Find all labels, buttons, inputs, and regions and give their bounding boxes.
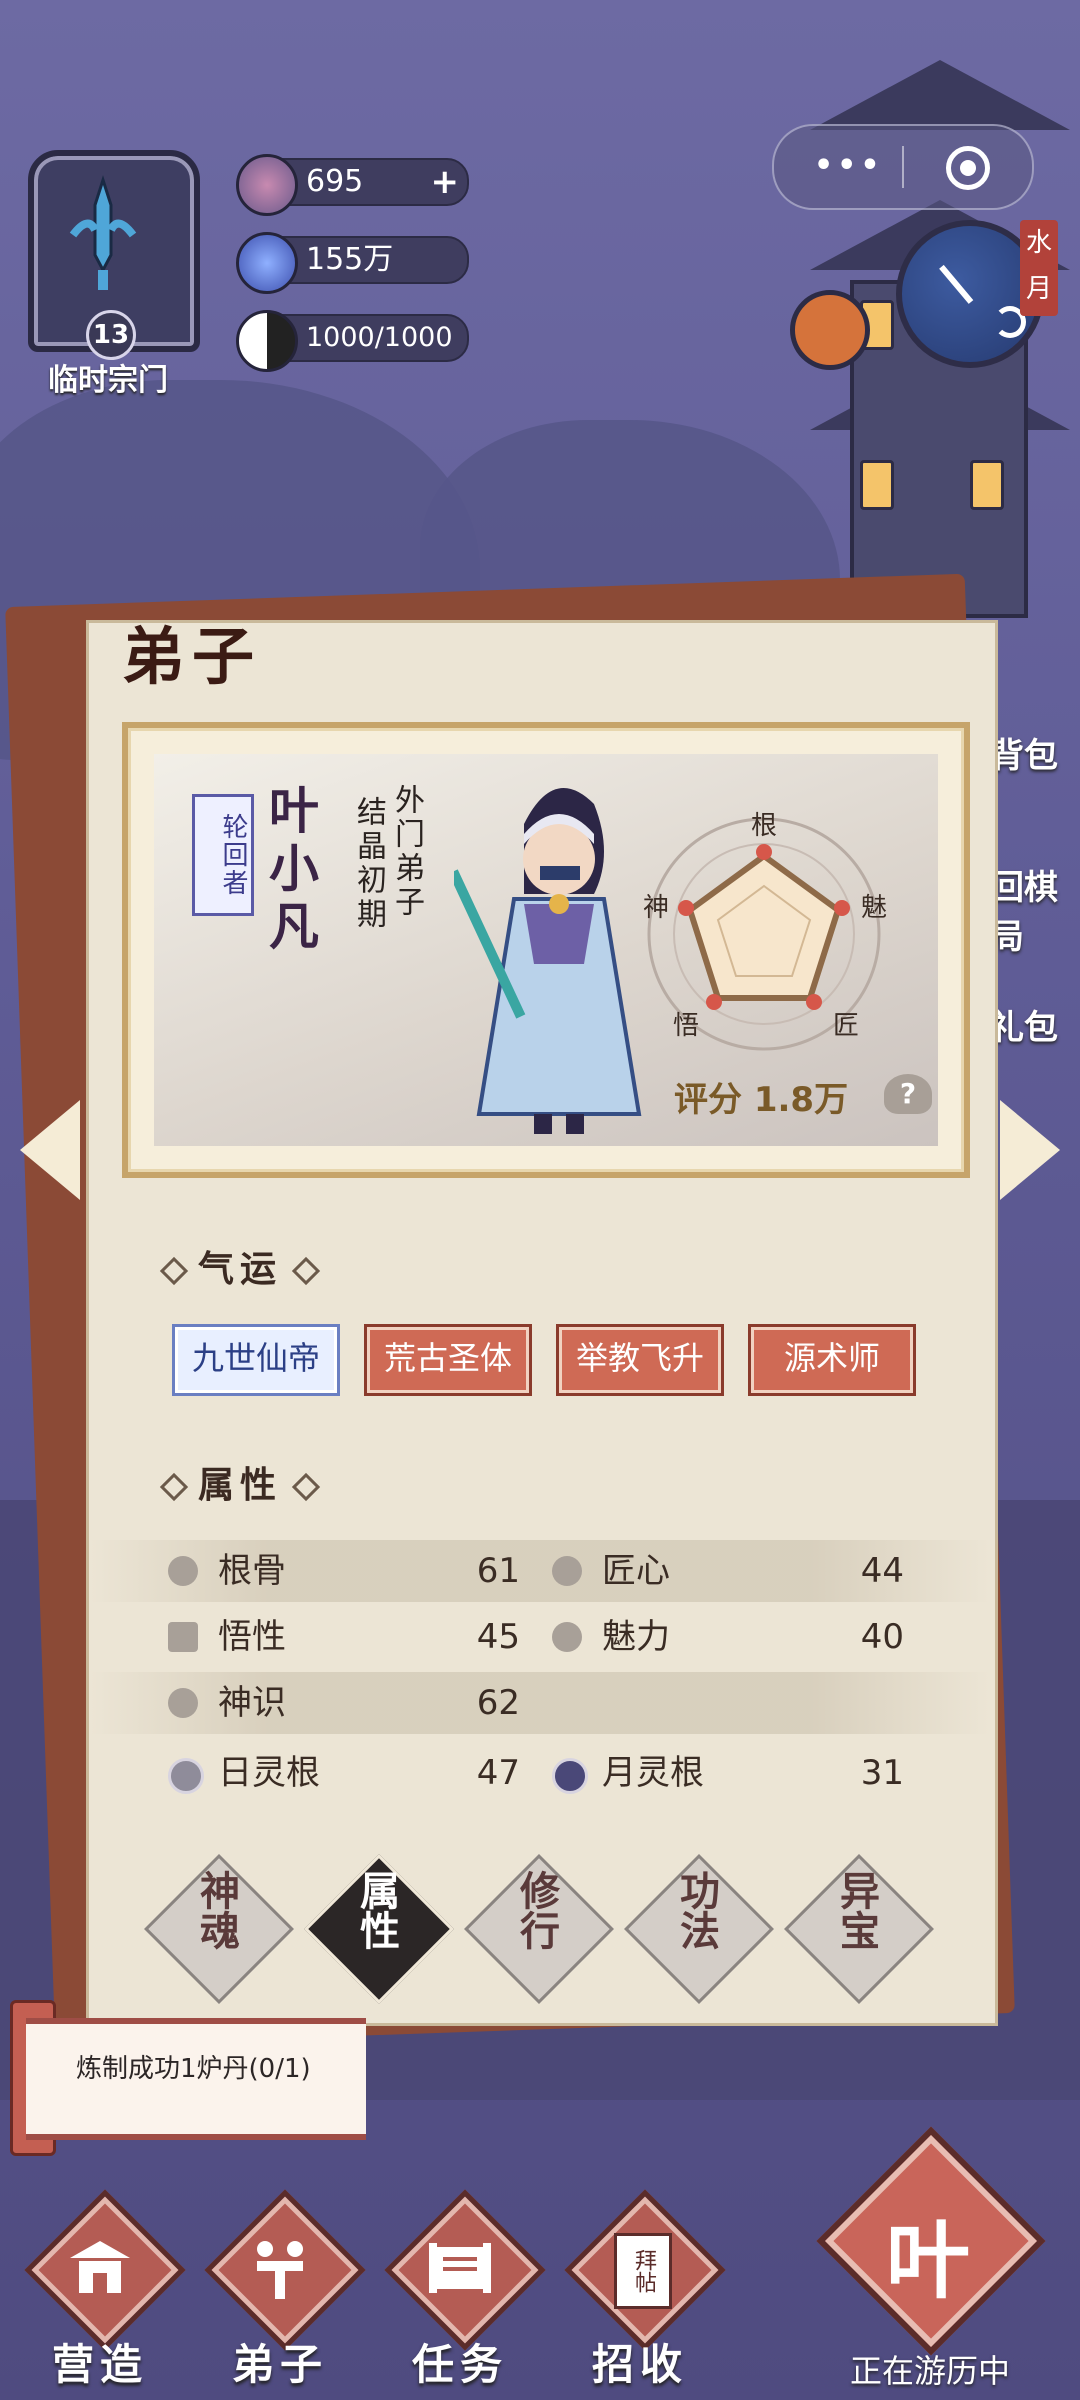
- sect-level: 13: [86, 310, 136, 360]
- quest-tracker[interactable]: 炼制成功1炉丹(0/1): [26, 2018, 366, 2140]
- attribute-row: 根骨 61 匠心 44: [90, 1540, 990, 1602]
- radar-label-bottom-right: 匠: [833, 1011, 859, 1041]
- attribute-radar-chart: 根 魅 匠 悟 神: [643, 811, 887, 1051]
- nav-tasks[interactable]: 任务: [380, 2189, 546, 2389]
- nav-label: 弟子: [231, 2340, 328, 2389]
- sun-root-icon: [168, 1758, 204, 1794]
- travel-status-button[interactable]: 叶 正在游历中: [800, 2126, 1060, 2390]
- tab-soul[interactable]: 神魂: [144, 1854, 294, 2004]
- attribute-value: 45: [476, 1617, 520, 1657]
- attribute-value: 47: [476, 1753, 520, 1793]
- score-label: 评分 1.8万: [674, 1080, 849, 1120]
- attribute-label: 神识: [218, 1683, 286, 1723]
- prev-disciple-button[interactable]: [20, 1100, 80, 1200]
- sword-emblem-icon: [69, 175, 137, 290]
- fortune-tag[interactable]: 荒古圣体: [364, 1324, 532, 1396]
- fortune-heading: 气运: [150, 1240, 330, 1292]
- resource-value: 1000/1000: [306, 322, 453, 353]
- invitation-card-icon: 拜帖: [614, 2233, 672, 2309]
- add-resource-button[interactable]: +: [431, 160, 460, 204]
- diamond-icon: [159, 1256, 189, 1286]
- nav-recruit[interactable]: 拜帖 招收: [560, 2189, 726, 2389]
- quest-text: 炼制成功1炉丹(0/1): [76, 2054, 311, 2084]
- side-gift-label[interactable]: 礼包: [990, 1000, 1058, 1049]
- diamond-icon: [159, 1472, 189, 1502]
- moon-root-icon: [552, 1758, 588, 1794]
- craft-icon: [552, 1556, 582, 1586]
- radar-label-left: 神: [643, 893, 669, 923]
- charm-icon: [552, 1622, 582, 1652]
- attribute-row: 日灵根 47 月灵根 31: [90, 1742, 990, 1804]
- disciple-card: 轮回者 叶小凡 外门弟子 结晶初期 根 魅 匠 悟 神 评分 1.8万 ?: [122, 722, 970, 1178]
- attribute-label: 悟性: [218, 1617, 286, 1657]
- tab-techniques[interactable]: 功法: [624, 1854, 774, 2004]
- calendar-tag: 水月: [1020, 220, 1058, 316]
- side-bag-label[interactable]: 背包: [990, 728, 1058, 777]
- building-icon: [70, 2241, 130, 2293]
- yin-yang-icon: [236, 310, 298, 372]
- travel-glyph-icon: 叶: [885, 2212, 970, 2310]
- radar-label-bottom-left: 悟: [673, 1011, 699, 1041]
- sect-name: 临时宗门: [48, 363, 168, 398]
- spirit-swirl-icon: [236, 154, 298, 216]
- disciple-role: 外门弟子: [389, 784, 424, 920]
- diamond-icon: [291, 1256, 321, 1286]
- bone-icon: [168, 1556, 198, 1586]
- radar-label-right: 魅: [861, 893, 887, 923]
- more-button[interactable]: •••: [814, 148, 884, 183]
- resource-bar-stone[interactable]: 155万: [236, 232, 469, 294]
- spirit-stone-icon: [236, 232, 298, 294]
- nav-build[interactable]: 营造: [20, 2189, 186, 2389]
- attribute-label: 根骨: [218, 1551, 286, 1591]
- travel-label: 正在游历中: [849, 2352, 1010, 2390]
- resource-value: 155万: [306, 242, 394, 277]
- nav-label: 任务: [411, 2340, 508, 2389]
- attribute-row: 悟性 45 魅力 40: [90, 1606, 990, 1668]
- disciple-name: 叶小凡: [261, 784, 320, 958]
- scroll-icon: [429, 2243, 491, 2293]
- side-chess-label[interactable]: 回棋局: [990, 860, 1080, 958]
- attribute-value: 44: [860, 1551, 904, 1591]
- disciple-realm: 结晶初期: [351, 796, 386, 932]
- attribute-row: 神识 62: [90, 1672, 990, 1734]
- attribute-label: 魅力: [602, 1617, 670, 1657]
- attribute-value: 61: [476, 1551, 520, 1591]
- tab-treasures[interactable]: 异宝: [784, 1854, 934, 2004]
- attribute-label: 月灵根: [602, 1753, 704, 1793]
- nav-label: 招收: [591, 2340, 688, 2389]
- attribute-label: 日灵根: [218, 1753, 320, 1793]
- resource-bar-spirit[interactable]: 695 +: [236, 154, 469, 216]
- diamond-icon: [291, 1472, 321, 1502]
- reincarnator-tag: 轮回者: [192, 794, 254, 916]
- spirit-sense-icon: [168, 1688, 198, 1718]
- resource-value: 695: [306, 164, 364, 199]
- book-icon: [168, 1622, 198, 1652]
- resource-bar-yinyang[interactable]: 1000/1000: [236, 310, 469, 372]
- attribute-label: 匠心: [602, 1551, 670, 1591]
- radar-label-top: 根: [751, 811, 777, 841]
- attributes-heading: 属性: [150, 1456, 330, 1508]
- capsule-divider: [902, 146, 904, 188]
- fortune-tag[interactable]: 举教飞升: [556, 1324, 724, 1396]
- fortune-tag[interactable]: 九世仙帝: [172, 1324, 340, 1396]
- fortune-tag[interactable]: 源术师: [748, 1324, 916, 1396]
- tab-attributes[interactable]: 属性: [304, 1854, 454, 2004]
- next-disciple-button[interactable]: [1000, 1100, 1060, 1200]
- attribute-value: 40: [860, 1617, 904, 1657]
- attribute-value: 62: [476, 1683, 520, 1723]
- sect-badge[interactable]: 13 临时宗门: [18, 110, 200, 398]
- help-button[interactable]: ?: [884, 1074, 932, 1114]
- panel-title: 弟子: [122, 620, 263, 693]
- disciple-glyph-icon: [257, 2241, 303, 2299]
- tab-cultivation[interactable]: 修行: [464, 1854, 614, 2004]
- close-target-icon[interactable]: [946, 146, 990, 190]
- nav-disciples[interactable]: 弟子: [200, 2189, 366, 2389]
- mini-program-capsule: •••: [772, 124, 1034, 210]
- nav-label: 营造: [51, 2340, 148, 2389]
- attribute-value: 31: [860, 1753, 904, 1793]
